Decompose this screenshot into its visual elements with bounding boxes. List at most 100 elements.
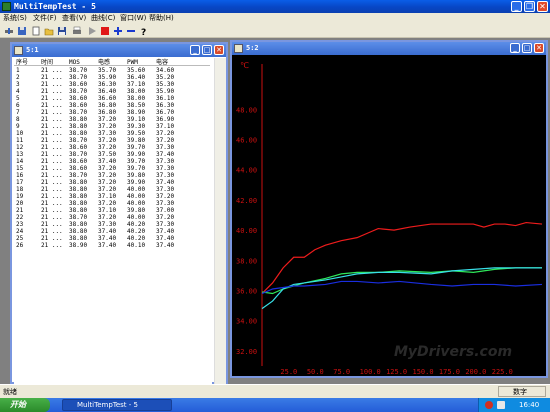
table-cell: 38.80 [69,130,88,137]
play-icon[interactable] [87,26,97,36]
menu-view[interactable]: 查看(V) [60,13,88,24]
table-row[interactable]: 21 21 ... 38.80 37.10 39.80 37.00 [14,207,210,214]
table-row[interactable]: 11 21 ... 38.70 37.20 39.80 37.20 [14,137,210,144]
table-row[interactable]: 7 21 ... 38.70 36.80 38.90 36.70 [14,109,210,116]
table-row[interactable]: 15 21 ... 38.60 37.20 39.70 37.30 [14,165,210,172]
menu-file[interactable]: 文件(F) [31,13,59,24]
disk-icon[interactable] [57,26,67,36]
table-cell: 37.20 [98,137,117,144]
minus-icon[interactable] [126,26,136,36]
table-row[interactable]: 17 21 ... 38.80 37.20 39.90 37.40 [14,179,210,186]
table-cell: 39.30 [127,123,146,130]
table-cell: 36.70 [156,109,175,116]
stop-icon[interactable] [100,26,110,36]
table-cell: 39.80 [127,207,146,214]
table-row[interactable]: 14 21 ... 38.60 37.40 39.70 37.30 [14,158,210,165]
column-header[interactable]: 电容 [156,59,168,66]
open-icon[interactable] [44,26,54,36]
table-cell: 24 [16,228,24,235]
column-header[interactable]: 时间 [41,59,53,66]
table-row[interactable]: 10 21 ... 38.80 37.30 39.50 37.20 [14,130,210,137]
new-icon[interactable] [31,26,41,36]
y-tick-label: 32.00 [236,348,257,356]
table-row[interactable]: 20 21 ... 38.80 37.20 40.00 37.30 [14,200,210,207]
table-window-titlebar[interactable]: 5:1 _ □ ✕ [12,44,226,57]
print-icon[interactable] [72,26,82,36]
help-icon[interactable]: ? [139,26,149,38]
column-header[interactable]: 序号 [16,59,28,66]
save-icon[interactable] [17,26,27,36]
maximize-icon[interactable]: □ [202,45,212,55]
scale-icon[interactable] [4,26,14,36]
table-cell: 38.70 [69,109,88,116]
table-cell: 37.20 [156,193,175,200]
table-row[interactable]: 24 21 ... 38.80 37.40 40.20 37.40 [14,228,210,235]
table-cell: 38.80 [69,235,88,242]
table-row[interactable]: 4 21 ... 38.70 36.40 38.00 35.90 [14,88,210,95]
table-cell: 37.40 [98,235,117,242]
menu-help[interactable]: 帮助(H) [147,13,176,24]
plus-icon[interactable] [113,26,123,36]
table-row[interactable]: 5 21 ... 38.60 36.60 38.00 36.10 [14,95,210,102]
table-row[interactable]: 8 21 ... 38.80 37.20 39.10 36.90 [14,116,210,123]
taskbar-app-button[interactable]: MultiTempTest - 5 [62,399,172,411]
close-icon[interactable]: ✕ [537,1,548,12]
table-row[interactable]: 6 21 ... 38.60 36.80 38.50 36.30 [14,102,210,109]
table-cell: 35.60 [127,67,146,74]
table-cell: 38.60 [69,102,88,109]
table-row[interactable]: 13 21 ... 38.70 37.50 39.90 37.40 [14,151,210,158]
table-row[interactable]: 18 21 ... 38.80 37.20 40.00 37.30 [14,186,210,193]
table-cell: 38.60 [69,165,88,172]
table-cell: 37.40 [156,179,175,186]
chart-window-titlebar[interactable]: 5:2 _ □ ✕ [232,42,546,55]
table-row[interactable]: 25 21 ... 38.80 37.40 40.20 37.40 [14,235,210,242]
table-row[interactable]: 9 21 ... 38.80 37.20 39.30 37.10 [14,123,210,130]
table-cell: 21 ... [41,193,63,200]
table-cell: 21 ... [41,186,63,193]
table-row[interactable]: 26 21 ... 38.90 37.40 40.10 37.40 [14,242,210,249]
x-tick-label: 75.0 [333,368,350,376]
column-header[interactable]: MOS [69,59,80,66]
y-tick-label: 48.00 [236,106,257,114]
table-cell: 38.60 [69,81,88,88]
start-button[interactable]: 开始 [0,398,50,412]
table-cell: 38.70 [69,67,88,74]
tray-icon[interactable] [485,401,493,409]
table-cell: 38.80 [69,193,88,200]
table-row[interactable]: 3 21 ... 38.60 36.30 37.10 35.30 [14,81,210,88]
chart-window[interactable]: 5:2 _ □ ✕ ℃ MyDrivers.com 32.00 34.00 36.0… [230,40,548,378]
data-grid[interactable]: 序号 时间 MOS 电感 PWM 电容 1 21 ... 38.70 35.70 35.60 34.… [14,58,212,384]
menu-curve[interactable]: 曲线(C) [89,13,117,24]
table-row[interactable]: 23 21 ... 38.80 37.30 40.20 37.30 [14,221,210,228]
maximize-icon[interactable]: □ [522,43,532,53]
table-cell: 13 [16,151,24,158]
vertical-scrollbar[interactable] [214,58,226,384]
menu-system[interactable]: 系统(S) [1,13,29,24]
thermometer-app-icon [2,2,11,11]
table-row[interactable]: 12 21 ... 38.60 37.20 39.70 37.30 [14,144,210,151]
chart-window-title: 5:2 [246,44,259,52]
close-icon[interactable]: ✕ [534,43,544,53]
menu-window[interactable]: 窗口(W) [118,13,148,24]
close-icon[interactable]: ✕ [214,45,224,55]
restore-icon[interactable]: ❐ [524,1,535,12]
table-cell: 37.20 [98,172,117,179]
data-table-window[interactable]: 5:1 _ □ ✕ 序号 时间 MOS 电感 PWM 电容 1 21 ... 38.70 35.… [10,42,228,384]
table-cell: 21 ... [41,81,63,88]
table-row[interactable]: 16 21 ... 38.70 37.20 39.80 37.30 [14,172,210,179]
table-row[interactable]: 22 21 ... 38.70 37.20 40.00 37.20 [14,214,210,221]
column-header[interactable]: PWM [127,59,138,66]
title-bar[interactable]: MultiTempTest - 5 _ ❐ ✕ [0,0,550,13]
minimize-icon[interactable]: _ [511,1,522,12]
table-cell: 35.30 [156,81,175,88]
table-row[interactable]: 2 21 ... 38.70 35.90 36.40 35.20 [14,74,210,81]
table-cell: 37.30 [156,158,175,165]
table-cell: 2 [16,74,20,81]
table-row[interactable]: 19 21 ... 38.80 37.10 40.00 37.20 [14,193,210,200]
table-row[interactable]: 1 21 ... 38.70 35.70 35.60 34.60 [14,67,210,74]
table-cell: 39.80 [127,137,146,144]
minimize-icon[interactable]: _ [190,45,200,55]
minimize-icon[interactable]: _ [510,43,520,53]
column-header[interactable]: 电感 [98,59,110,66]
volume-icon[interactable] [497,401,505,409]
